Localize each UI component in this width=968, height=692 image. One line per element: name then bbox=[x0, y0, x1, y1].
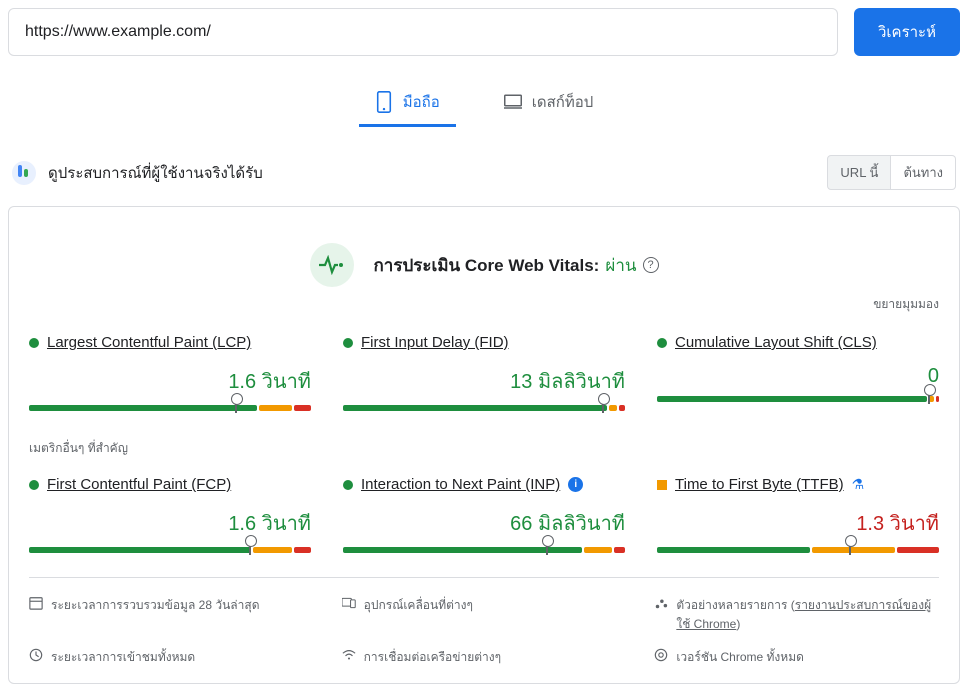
card-footer: ระยะเวลาการรวบรวมข้อมูล 28 วันล่าสุด อุป… bbox=[29, 577, 939, 667]
devices-icon bbox=[342, 596, 356, 610]
cwv-assessment: การประเมิน Core Web Vitals: ผ่าน ? bbox=[29, 243, 939, 287]
field-data-card: การประเมิน Core Web Vitals: ผ่าน ? ขยายม… bbox=[8, 206, 960, 684]
status-dot-good bbox=[343, 480, 353, 490]
metric-value: 66 มิลลิวินาที bbox=[343, 507, 625, 539]
metric-fid: First Input Delay (FID) 13 มิลลิวินาที bbox=[343, 334, 625, 411]
section-title: ดูประสบการณ์ที่ผู้ใช้งานจริงได้รับ bbox=[48, 161, 263, 185]
status-dot-good bbox=[29, 480, 39, 490]
status-dot-good bbox=[657, 338, 667, 348]
device-tabs: มือถือ เดสก์ท็อป bbox=[8, 80, 960, 127]
distribution-bar bbox=[657, 547, 939, 553]
chip-url[interactable]: URL นี้ bbox=[827, 155, 891, 190]
wifi-icon bbox=[342, 648, 356, 662]
mobile-icon bbox=[375, 91, 393, 113]
pulse-icon bbox=[310, 243, 354, 287]
metric-name[interactable]: Time to First Byte (TTFB) bbox=[675, 476, 844, 493]
distribution-bar bbox=[657, 396, 939, 402]
footer-versions: เวอร์ชัน Chrome ทั้งหมด bbox=[676, 648, 804, 667]
scatter-icon bbox=[654, 596, 668, 610]
info-icon[interactable]: i bbox=[568, 477, 583, 492]
metric-name[interactable]: Largest Contentful Paint (LCP) bbox=[47, 334, 251, 351]
metric-fcp: First Contentful Paint (FCP) 1.6 วินาที bbox=[29, 476, 311, 553]
distribution-bar bbox=[343, 405, 625, 411]
scope-toggle: URL นี้ ต้นทาง bbox=[827, 155, 956, 190]
metric-cls: Cumulative Layout Shift (CLS) 0 bbox=[657, 334, 939, 411]
distribution-bar bbox=[29, 547, 311, 553]
status-square-warn bbox=[657, 480, 667, 490]
metric-value: 13 มิลลิวินาที bbox=[343, 365, 625, 397]
metric-name[interactable]: First Input Delay (FID) bbox=[361, 334, 509, 351]
chrome-icon bbox=[654, 648, 668, 662]
metric-name[interactable]: First Contentful Paint (FCP) bbox=[47, 476, 231, 493]
footer-period: ระยะเวลาการรวบรวมข้อมูล 28 วันล่าสุด bbox=[51, 596, 259, 615]
status-dot-good bbox=[29, 338, 39, 348]
tab-label: มือถือ bbox=[403, 90, 440, 114]
analyze-button[interactable]: วิเคราะห์ bbox=[854, 8, 960, 56]
status-dot-good bbox=[343, 338, 353, 348]
assessment-result: ผ่าน bbox=[605, 252, 636, 279]
metric-value: 1.6 วินาที bbox=[29, 507, 311, 539]
metric-name[interactable]: Interaction to Next Paint (INP) bbox=[361, 476, 560, 493]
tab-desktop[interactable]: เดสก์ท็อป bbox=[488, 80, 610, 127]
tab-mobile[interactable]: มือถือ bbox=[359, 80, 456, 127]
help-icon[interactable]: ? bbox=[643, 257, 659, 273]
chip-origin[interactable]: ต้นทาง bbox=[891, 155, 956, 190]
metric-value: 1.6 วินาที bbox=[29, 365, 311, 397]
footer-samples: ตัวอย่างหลายรายการ (รายงานประสบการณ์ของผ… bbox=[676, 596, 939, 634]
experience-icon bbox=[12, 161, 36, 185]
footer-devices: อุปกรณ์เคลื่อนที่ต่างๆ bbox=[364, 596, 473, 615]
distribution-bar bbox=[343, 547, 625, 553]
metric-lcp: Largest Contentful Paint (LCP) 1.6 วินาท… bbox=[29, 334, 311, 411]
url-input[interactable] bbox=[8, 8, 838, 56]
tab-label: เดสก์ท็อป bbox=[532, 90, 594, 114]
experimental-icon: ⚗ bbox=[852, 476, 865, 493]
metric-ttfb: Time to First Byte (TTFB) ⚗ 1.3 วินาที bbox=[657, 476, 939, 553]
footer-sessions: ระยะเวลาการเข้าชมทั้งหมด bbox=[51, 648, 195, 667]
distribution-bar bbox=[29, 405, 311, 411]
calendar-icon bbox=[29, 596, 43, 610]
expand-view-link[interactable]: ขยายมุมมอง bbox=[29, 295, 939, 314]
clock-icon bbox=[29, 648, 43, 662]
assessment-label: การประเมิน Core Web Vitals: bbox=[374, 252, 600, 279]
metric-inp: Interaction to Next Paint (INP) i 66 มิล… bbox=[343, 476, 625, 553]
metric-value: 1.3 วินาที bbox=[657, 507, 939, 539]
desktop-icon bbox=[504, 91, 522, 113]
footer-networks: การเชื่อมต่อเครือข่ายต่างๆ bbox=[364, 648, 501, 667]
metric-name[interactable]: Cumulative Layout Shift (CLS) bbox=[675, 334, 877, 351]
other-metrics-label: เมตริกอื่นๆ ที่สำคัญ bbox=[29, 439, 939, 458]
metric-value: 0 bbox=[657, 365, 939, 388]
